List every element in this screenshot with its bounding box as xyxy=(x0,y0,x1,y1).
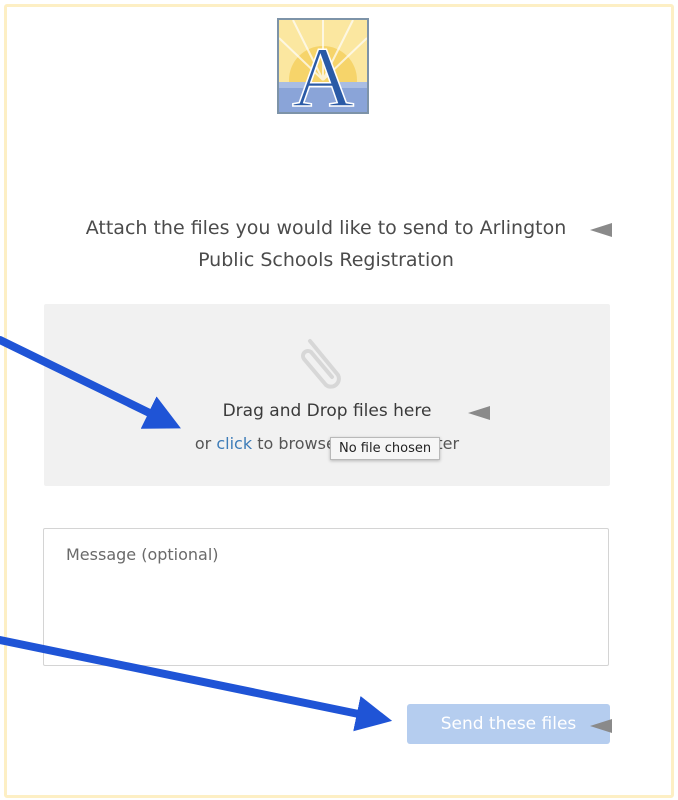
browse-line: or click to browse your computer xyxy=(44,434,610,453)
logo: A xyxy=(277,18,369,114)
logo-letter: A xyxy=(292,29,354,112)
send-files-button[interactable]: Send these files xyxy=(407,704,610,744)
message-field[interactable] xyxy=(43,528,609,666)
marker-intro-arrow-icon xyxy=(590,223,612,237)
browse-prefix: or xyxy=(194,434,212,453)
logo-icon: A xyxy=(279,20,367,112)
file-input-tooltip: No file chosen xyxy=(330,437,441,460)
dropzone-title: Drag and Drop files here xyxy=(222,401,432,421)
marker-dropzone-arrow-icon xyxy=(468,406,490,420)
browse-click-link[interactable]: click xyxy=(216,434,252,453)
marker-send-arrow-icon xyxy=(590,719,612,733)
intro-text: Attach the files you would like to send … xyxy=(85,217,567,271)
file-dropzone[interactable] xyxy=(44,304,610,486)
paperclip-icon xyxy=(301,339,341,389)
